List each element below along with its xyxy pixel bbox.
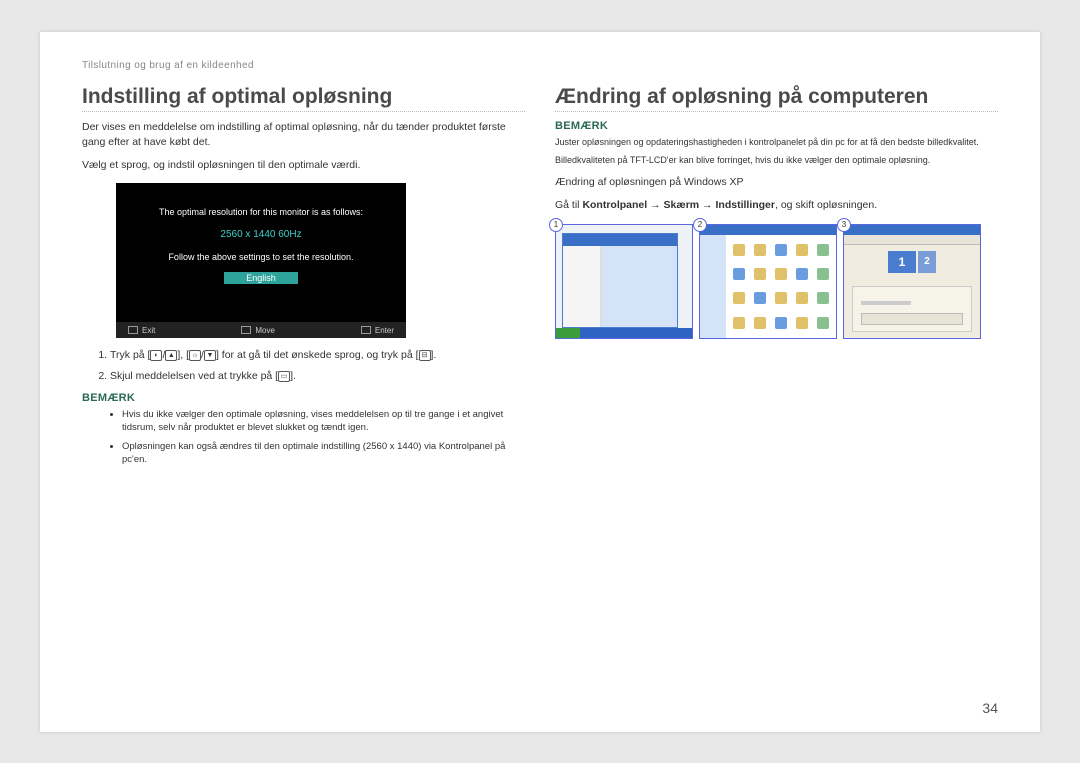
screenshot-number-2: 2 — [693, 218, 707, 232]
screenshot-3-wrap: 3 1 2 — [843, 224, 981, 339]
page-number: 34 — [982, 700, 998, 716]
enter-icon — [361, 326, 371, 334]
screenshot-2-wrap: 2 — [699, 224, 837, 339]
breadcrumb: Tilslutning og brug af en kildeenhed — [82, 60, 998, 71]
monitor-2-icon: 2 — [918, 251, 936, 273]
note-label-left: BEMÆRK — [82, 392, 525, 404]
osd-line-1: The optimal resolution for this monitor … — [159, 207, 363, 217]
left-heading: Indstilling af optimal opløsning — [82, 85, 525, 112]
right-note-2: Billedkvaliteten på TFT-LCD'er kan blive… — [555, 154, 998, 167]
step-1: Tryk på [◐/▲], [☼/▼] for at gå til det ø… — [110, 348, 525, 363]
osd-line-2: Follow the above settings to set the res… — [168, 252, 353, 262]
exit-icon — [128, 326, 138, 334]
menu-icon: ▭ — [278, 371, 290, 382]
osd-exit-label: Exit — [142, 326, 155, 335]
right-note-1: Juster opløsningen og opdateringshastigh… — [555, 136, 998, 149]
bright-icon: ☼ — [189, 350, 201, 361]
note-item-1: Hvis du ikke vælger den optimale opløsni… — [122, 408, 525, 435]
right-column: Ændring af opløsning på computeren BEMÆR… — [555, 85, 998, 712]
note-item-2: Opløsningen kan også ændres til den opti… — [122, 440, 525, 467]
down-arrow-icon: ▼ — [204, 350, 216, 361]
osd-bottom-bar: Exit Move Enter — [116, 322, 406, 338]
intro-paragraph-2: Vælg et sprog, og indstil opløsningen ti… — [82, 158, 525, 173]
navigation-path: Gå til Kontrolpanel → Skærm → Indstillin… — [555, 198, 998, 214]
osd-enter-label: Enter — [375, 326, 394, 335]
left-column: Indstilling af optimal opløsning Der vis… — [82, 85, 525, 712]
screenshot-row: 1 2 3 — [555, 224, 998, 339]
screenshot-display-properties: 1 2 — [843, 224, 981, 339]
instruction-steps: Tryk på [◐/▲], [☼/▼] for at gå til det ø… — [110, 348, 525, 383]
osd-move-label: Move — [255, 326, 275, 335]
subheading: Ændring af opløsningen på Windows XP — [555, 175, 998, 190]
right-heading: Ændring af opløsning på computeren — [555, 85, 998, 112]
monitor-osd-figure: The optimal resolution for this monitor … — [116, 183, 406, 338]
note-label-right: BEMÆRK — [555, 120, 998, 132]
manual-page: Tilslutning og brug af en kildeenhed Ind… — [40, 32, 1040, 732]
screenshot-number-1: 1 — [549, 218, 563, 232]
screenshot-number-3: 3 — [837, 218, 851, 232]
monitor-1-icon: 1 — [888, 251, 916, 273]
up-arrow-icon: ▲ — [165, 350, 177, 361]
step-2: Skjul meddelelsen ved at trykke på [▭]. — [110, 369, 525, 384]
move-icon — [241, 326, 251, 334]
screenshot-control-panel — [699, 224, 837, 339]
screenshot-start-menu — [555, 224, 693, 339]
two-column-layout: Indstilling af optimal opløsning Der vis… — [82, 85, 998, 712]
osd-language-button: English — [224, 272, 298, 284]
screenshot-1-wrap: 1 — [555, 224, 693, 339]
osd-resolution: 2560 x 1440 60Hz — [220, 229, 301, 240]
note-list-left: Hvis du ikke vælger den optimale opløsni… — [122, 408, 525, 467]
volume-up-icon: ◐ — [150, 350, 162, 361]
intro-paragraph-1: Der vises en meddelelse om indstilling a… — [82, 120, 525, 150]
source-icon: ⊟ — [419, 350, 431, 361]
